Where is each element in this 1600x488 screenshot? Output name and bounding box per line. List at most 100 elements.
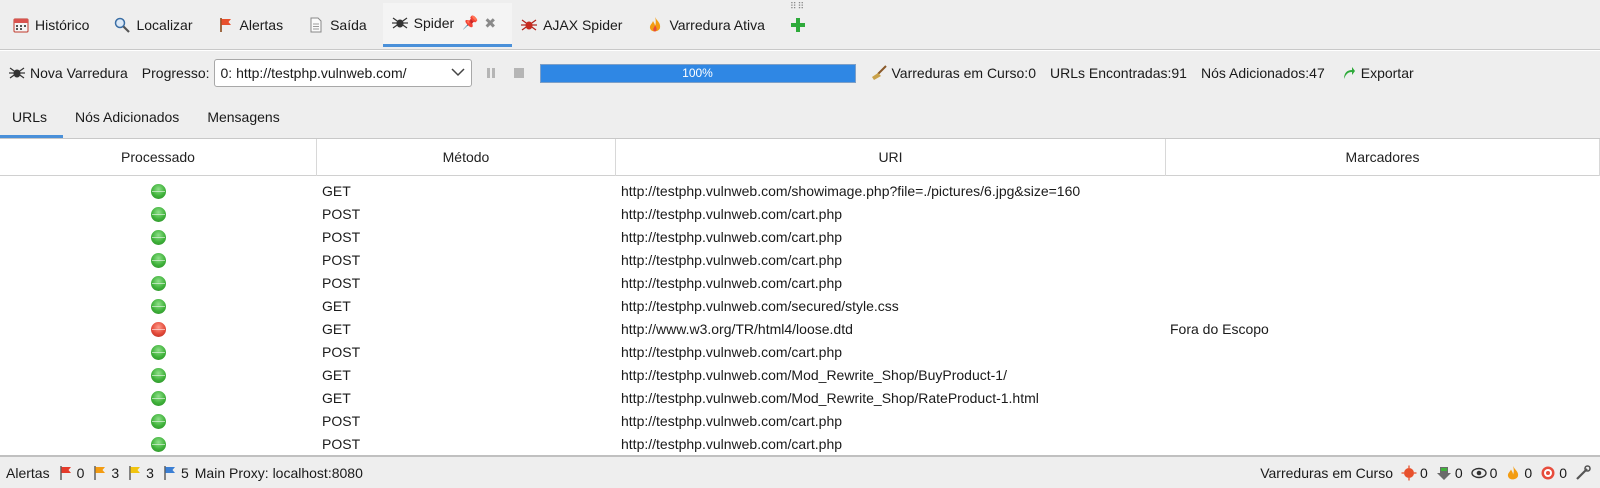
flags-cell: [1166, 249, 1600, 272]
nodes-added-label: Nós Adicionados:: [1200, 65, 1310, 81]
new-scan-label: Nova Varredura: [30, 65, 128, 81]
tab-ajax-spider[interactable]: AJAX Spider: [512, 3, 638, 47]
scan-count-value: 0: [1420, 464, 1428, 481]
tab-label: Spider: [413, 15, 455, 31]
uri-cell: http://www.w3.org/TR/html4/loose.dtd: [621, 321, 853, 337]
method-cell: POST: [322, 413, 361, 429]
flags-cell: [1166, 341, 1600, 364]
table-body[interactable]: GET http://testphp.vulnweb.com/showimage.…: [0, 176, 1600, 455]
processed-ok-icon: [151, 276, 166, 291]
method-cell: POST: [322, 229, 361, 245]
flame-icon: [1508, 465, 1519, 479]
uri-cell: http://testphp.vulnweb.com/cart.php: [621, 413, 843, 429]
scan-count-item[interactable]: 0: [1401, 465, 1428, 481]
method-cell: GET: [322, 390, 351, 406]
scan-count-value: 0: [1489, 464, 1498, 481]
export-button[interactable]: Exportar: [1339, 64, 1414, 82]
clean-completed-scans-button[interactable]: Varreduras em Curso: 0: [870, 64, 1036, 82]
column-header-flags[interactable]: Marcadores: [1166, 139, 1600, 176]
alert-flags: 0 3 3 5: [50, 465, 189, 481]
table-row[interactable]: GET http://www.w3.org/TR/html4/loose.dtd F…: [0, 318, 1600, 341]
processed-cell: [0, 364, 317, 387]
progress-bar: 100%: [539, 63, 856, 83]
processed-cell: [0, 295, 317, 318]
tab-label: AJAX Spider: [543, 16, 623, 33]
alert-count-flag[interactable]: 3: [92, 465, 119, 481]
subtab-urls[interactable]: URLs: [0, 96, 64, 138]
alerts-label: Alertas: [6, 464, 50, 481]
table-row[interactable]: POST http://testphp.vulnweb.com/cart.php: [0, 226, 1600, 249]
table-row[interactable]: POST http://testphp.vulnweb.com/cart.php: [0, 249, 1600, 272]
stop-button[interactable]: [512, 66, 526, 80]
table-row[interactable]: POST http://testphp.vulnweb.com/cart.php: [0, 433, 1600, 455]
flags-cell: [1166, 180, 1600, 203]
table-row[interactable]: POST http://testphp.vulnweb.com/cart.php: [0, 272, 1600, 295]
flags-cell: [1166, 433, 1600, 455]
table-row[interactable]: GET http://testphp.vulnweb.com/showimage.…: [0, 180, 1600, 203]
flags-cell: [1166, 295, 1600, 318]
scan-count-item[interactable]: 0: [1470, 464, 1498, 481]
tools-icon[interactable]: [1575, 464, 1594, 481]
uri-cell: http://testphp.vulnweb.com/cart.php: [621, 344, 843, 360]
flags-cell: Fora do Escopo: [1170, 321, 1269, 337]
eye-icon: [1470, 467, 1487, 478]
column-header-uri[interactable]: URI: [616, 139, 1166, 176]
processed-ok-icon: [151, 368, 166, 383]
uri-cell: http://testphp.vulnweb.com/cart.php: [621, 252, 843, 268]
table-row[interactable]: GET http://testphp.vulnweb.com/Mod_Rewrit…: [0, 387, 1600, 410]
scan-count-value: 0: [1524, 464, 1533, 481]
alert-count-flag[interactable]: 0: [58, 465, 84, 481]
tab-active-scan[interactable]: Varredura Ativa: [638, 3, 780, 47]
uri-cell: http://testphp.vulnweb.com/cart.php: [621, 206, 843, 222]
search-icon: [113, 16, 131, 34]
scan-count-item[interactable]: 0: [1505, 465, 1532, 481]
history-icon: [12, 16, 30, 34]
processed-cell: [0, 341, 317, 364]
alert-count-flag[interactable]: 5: [162, 465, 189, 481]
tab-alerts[interactable]: Alertas: [209, 3, 300, 47]
alert-count-flag[interactable]: 3: [127, 465, 154, 481]
new-scan-button[interactable]: Nova Varredura: [8, 64, 128, 82]
uri-cell: http://testphp.vulnweb.com/Mod_Rewrite_S…: [621, 367, 1007, 383]
table-row[interactable]: GET http://testphp.vulnweb.com/Mod_Rewrit…: [0, 364, 1600, 387]
table-row[interactable]: POST http://testphp.vulnweb.com/cart.php: [0, 341, 1600, 364]
scan-count-item[interactable]: 0: [1436, 465, 1463, 481]
table-row[interactable]: POST http://testphp.vulnweb.com/cart.php: [0, 410, 1600, 433]
processed-ok-icon: [151, 230, 166, 245]
column-header-method[interactable]: Método: [317, 139, 616, 176]
processed-cell: [0, 249, 317, 272]
subtab-nodes-added[interactable]: Nós Adicionados: [63, 96, 195, 138]
close-icon[interactable]: ✖: [484, 15, 496, 32]
scan-select-value: 0: http://testphp.vulnweb.com/: [220, 65, 407, 81]
tab-spider[interactable]: Spider 📌 ✖: [382, 2, 513, 47]
pause-button[interactable]: [484, 66, 498, 80]
urls-found-value: 91: [1171, 65, 1187, 81]
fuzzer-target-icon: [1541, 466, 1555, 479]
pin-icon[interactable]: 📌: [462, 15, 478, 31]
uri-cell: http://testphp.vulnweb.com/showimage.php…: [621, 183, 1081, 199]
method-cell: GET: [322, 367, 351, 383]
table-row[interactable]: GET http://testphp.vulnweb.com/secured/st…: [0, 295, 1600, 318]
processed-ok-icon: [151, 299, 166, 314]
processed-cell: [0, 226, 317, 249]
scan-count-item[interactable]: 0: [1540, 465, 1567, 481]
spider-toolbar: Nova Varredura Progresso: 0: http://test…: [0, 51, 1600, 95]
scans-running-value: 0: [1028, 65, 1036, 81]
method-cell: GET: [322, 183, 351, 199]
urls-found-label: URLs Encontradas:: [1049, 65, 1172, 81]
processed-cell: [0, 180, 317, 203]
scan-select[interactable]: 0: http://testphp.vulnweb.com/: [213, 59, 472, 87]
subtab-messages[interactable]: Mensagens: [195, 96, 295, 138]
tab-search[interactable]: Localizar: [105, 3, 208, 47]
table-row[interactable]: POST http://testphp.vulnweb.com/cart.php: [0, 203, 1600, 226]
drag-grip-icon[interactable]: ⠿⠿: [790, 1, 805, 12]
tab-history[interactable]: Histórico: [4, 3, 105, 47]
method-cell: POST: [322, 275, 361, 291]
flag-icon: [59, 465, 71, 480]
tab-label: Histórico: [35, 16, 90, 33]
uri-cell: http://testphp.vulnweb.com/secured/style…: [621, 298, 899, 314]
alert-flag-icon: [217, 16, 235, 34]
tab-output[interactable]: Saída: [299, 3, 383, 47]
processed-ok-icon: [151, 345, 166, 360]
column-header-processed[interactable]: Processado: [0, 139, 317, 176]
